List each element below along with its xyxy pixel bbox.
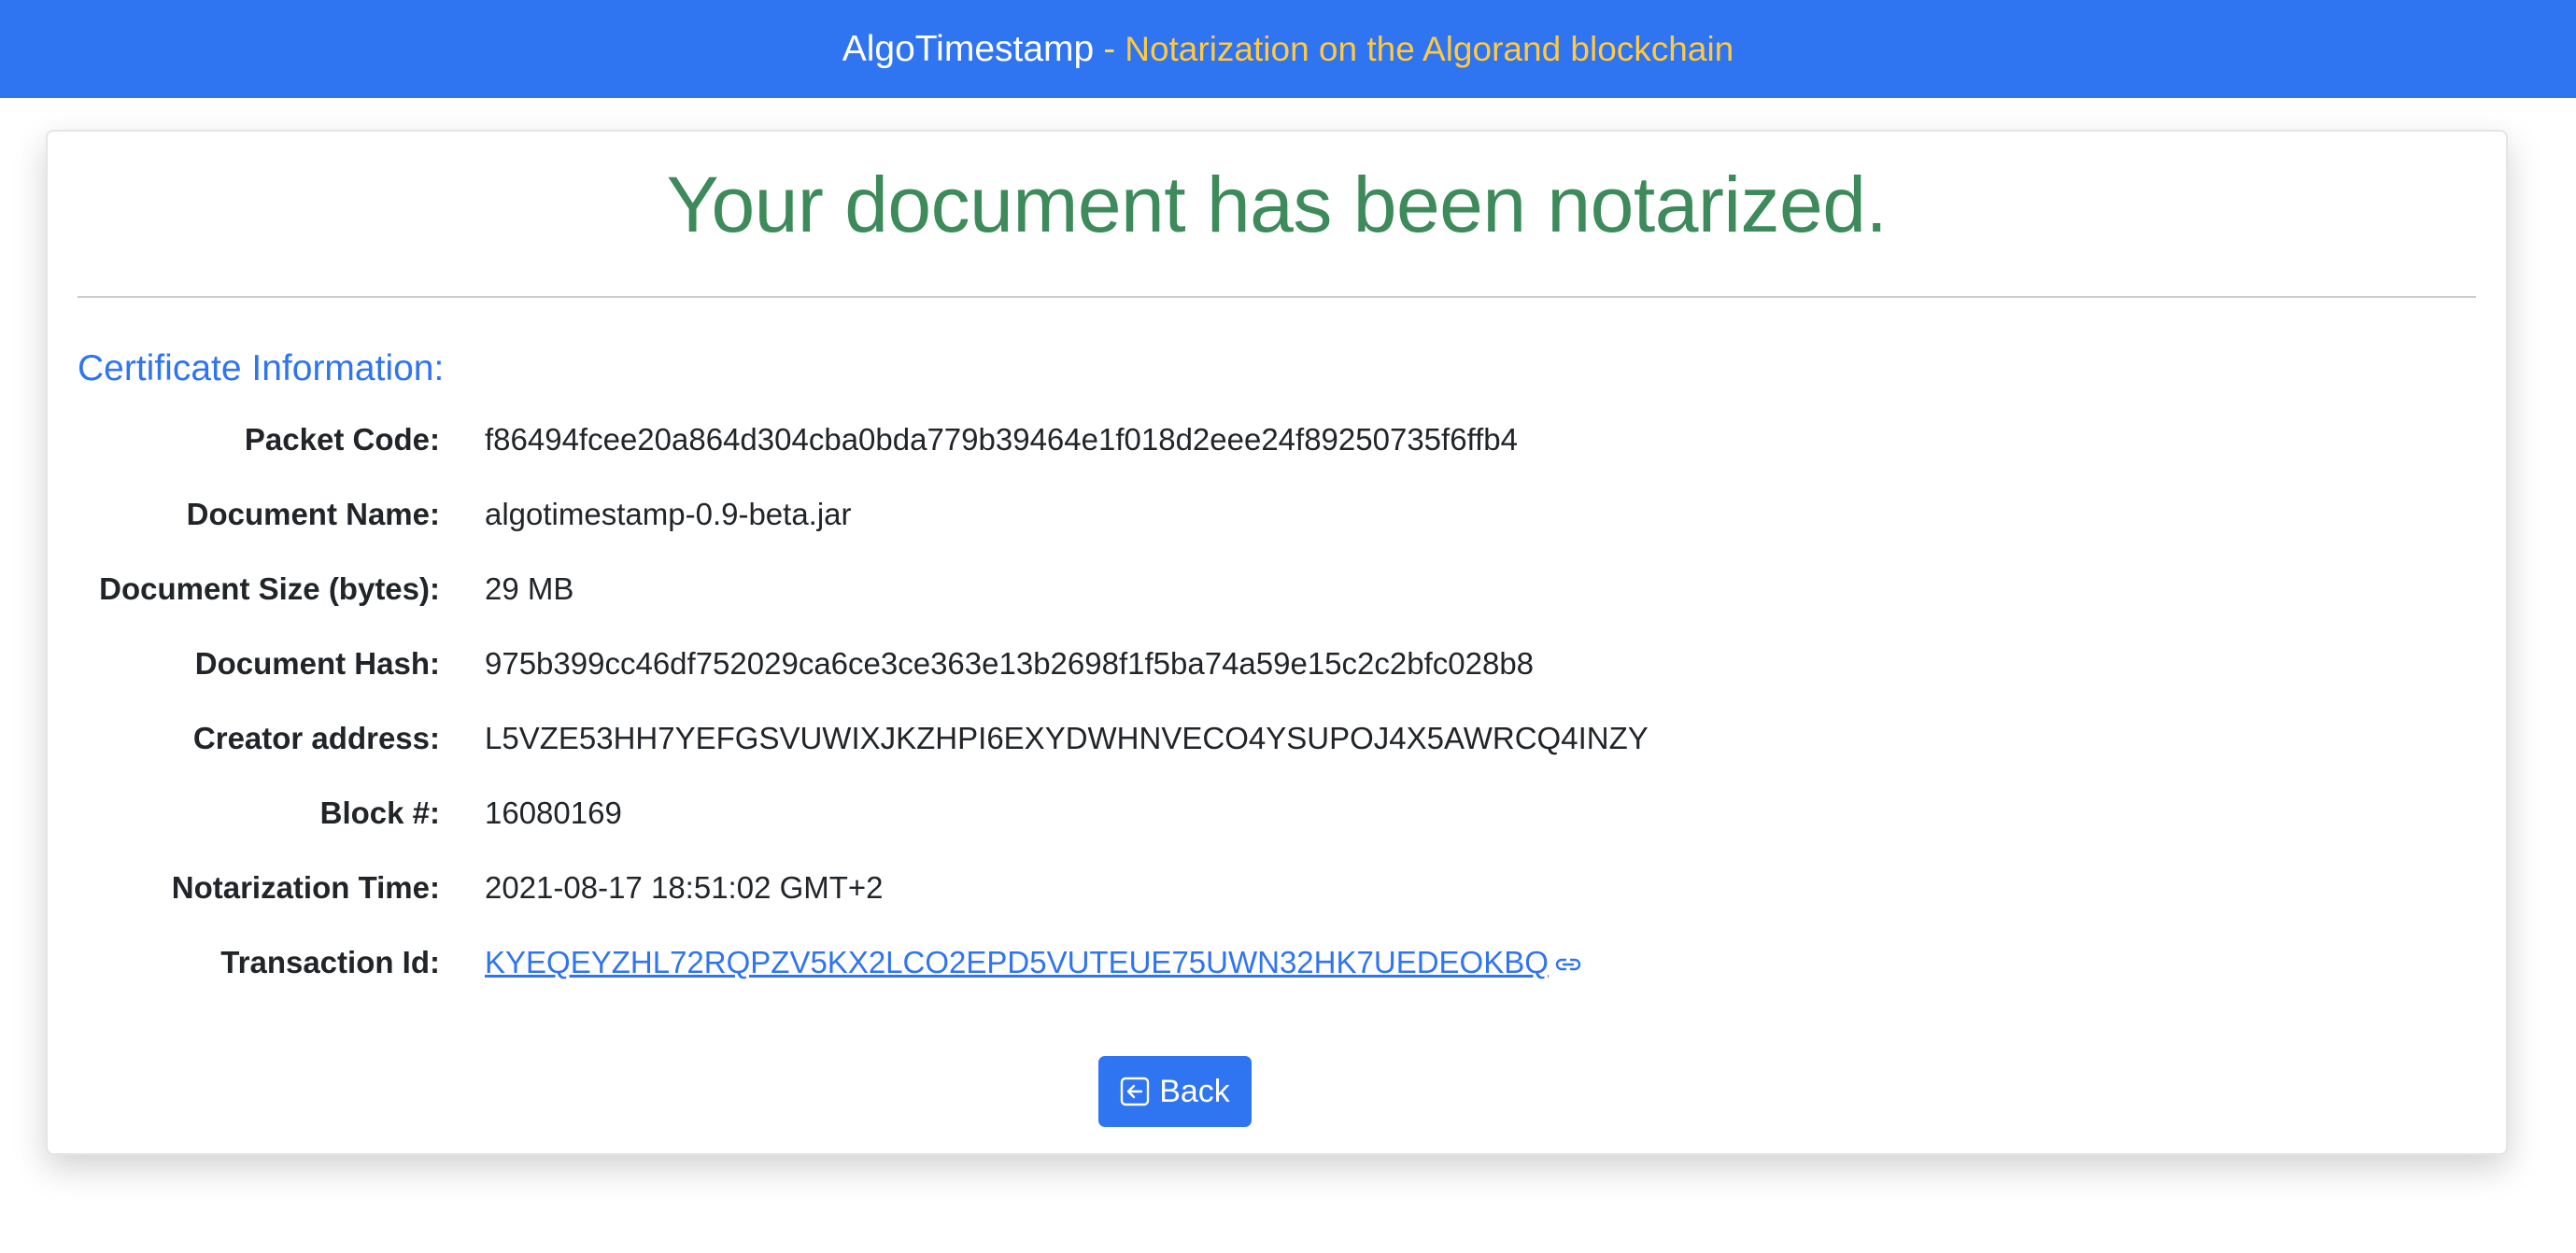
notarization-time-value: 2021-08-17 18:51:02 GMT+2 (485, 870, 884, 905)
info-row-notarization-time: Notarization Time: 2021-08-17 18:51:02 G… (48, 860, 884, 916)
creator-address-value: L5VZE53HH7YEFGSVUWIXJKZHPI6EXYDWHNVECO4Y… (485, 721, 1649, 755)
document-size-value: 29 MB (485, 571, 574, 606)
external-link-icon (1555, 959, 1581, 971)
info-row-document-size: Document Size (bytes): 29 MB (48, 561, 573, 617)
transaction-id-link[interactable]: KYEQEYZHL72RQPZV5KX2LCO2EPD5VUTEUE75UWN3… (485, 945, 1582, 980)
app-tagline: Notarization on the Algorand blockchain (1125, 29, 1734, 68)
transaction-id-text: KYEQEYZHL72RQPZV5KX2LCO2EPD5VUTEUE75UWN3… (485, 945, 1549, 979)
info-row-packet-code: Packet Code: f86494fcee20a864d304cba0bda… (48, 412, 1518, 468)
document-name-value: algotimestamp-0.9-beta.jar (485, 497, 852, 531)
document-name-label: Document Name: (186, 497, 440, 531)
document-hash-label: Document Hash: (194, 646, 440, 681)
section-title: Certificate Information: (78, 348, 445, 388)
transaction-id-label: Transaction Id: (220, 945, 440, 979)
back-arrow-icon (1121, 1077, 1150, 1106)
block-number-value: 16080169 (485, 795, 622, 830)
packet-code-value: f86494fcee20a864d304cba0bda779b39464e1f0… (485, 422, 1518, 457)
document-hash-value: 975b399cc46df752029ca6ce3ce363e13b2698f1… (485, 646, 1535, 681)
back-button[interactable]: Back (1098, 1056, 1252, 1127)
certificate-card: Your document has been notarized. Certif… (46, 130, 2508, 1155)
creator-address-label: Creator address: (192, 721, 440, 755)
info-row-document-hash: Document Hash: 975b399cc46df752029ca6ce3… (48, 636, 1534, 692)
notarization-time-label: Notarization Time: (171, 870, 440, 905)
success-headline: Your document has been notarized. (666, 161, 1888, 248)
block-number-label: Block #: (319, 795, 440, 830)
info-row-transaction-id: Transaction Id: KYEQEYZHL72RQPZV5KX2LCO2… (48, 935, 1582, 991)
back-button-label: Back (1159, 1073, 1230, 1109)
headline-divider (78, 296, 2476, 298)
info-row-document-name: Document Name: algotimestamp-0.9-beta.ja… (48, 486, 852, 542)
top-header-bar: AlgoTimestamp - Notarization on the Algo… (0, 0, 2576, 98)
info-row-block-number: Block #: 16080169 (48, 785, 622, 841)
info-row-creator-address: Creator address: L5VZE53HH7YEFGSVUWIXJKZ… (48, 711, 1649, 767)
title-separator: - (1103, 28, 1116, 69)
document-size-label: Document Size (bytes): (99, 571, 440, 606)
packet-code-label: Packet Code: (244, 422, 440, 457)
app-title: AlgoTimestamp (842, 28, 1095, 69)
